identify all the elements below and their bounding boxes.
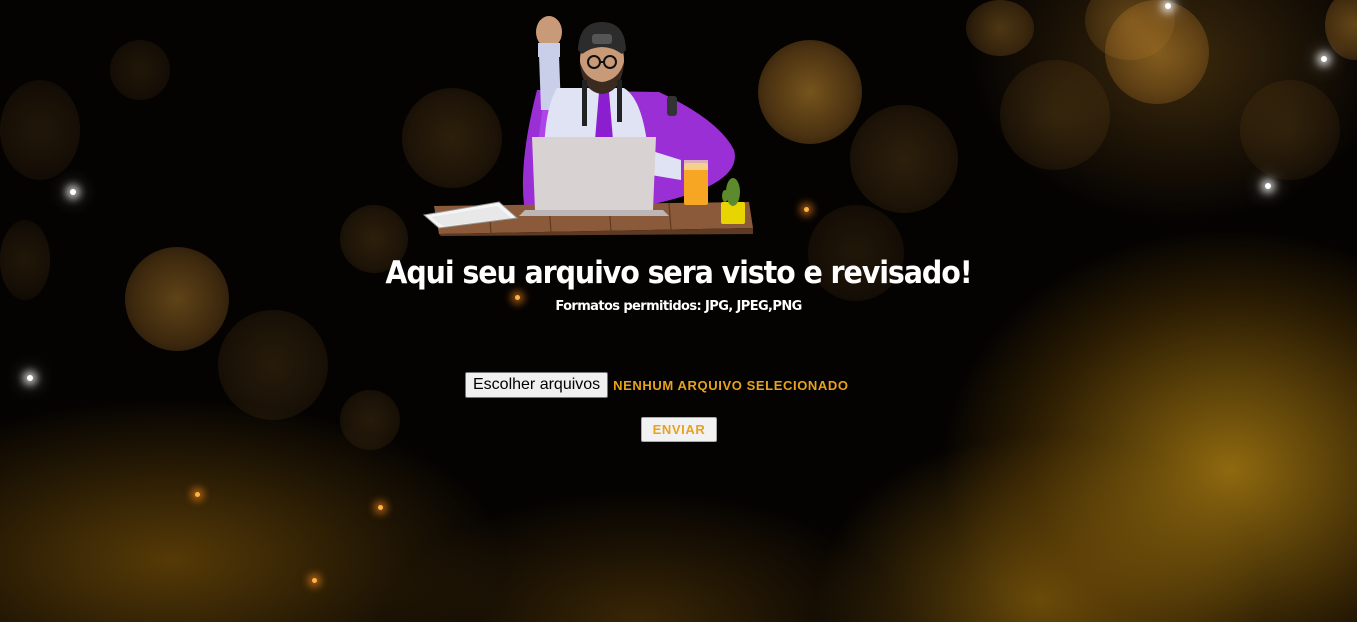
bokeh-light: [758, 40, 862, 144]
ember: [804, 207, 809, 212]
sparkle: [27, 375, 33, 381]
ember: [312, 578, 317, 583]
file-input[interactable]: Escolher arquivos NENHUM ARQUIVO SELECIO…: [465, 372, 849, 398]
ember: [378, 505, 383, 510]
bokeh-light: [966, 0, 1034, 56]
choose-files-button[interactable]: Escolher arquivos: [465, 372, 609, 398]
file-status-text: NENHUM ARQUIVO SELECIONADO: [613, 377, 849, 393]
page-background: Aqui seu arquivo sera visto e revisado! …: [0, 0, 1357, 622]
bokeh-light: [218, 310, 328, 420]
hero-illustration: [422, 16, 753, 236]
bokeh-light: [110, 40, 170, 100]
bokeh-light: [0, 220, 50, 300]
page-title: Aqui seu arquivo sera visto e revisado!: [385, 255, 972, 291]
bokeh-light: [1240, 80, 1340, 180]
submit-button[interactable]: ENVIAR: [641, 417, 717, 442]
sparkle: [1321, 56, 1327, 62]
bokeh-light: [0, 80, 80, 180]
bokeh-light: [850, 105, 958, 213]
allowed-formats-text: Formatos permitidos: JPG, JPEG,PNG: [555, 299, 802, 314]
sparkle: [1165, 3, 1171, 9]
sparkle: [1265, 183, 1271, 189]
sparkle: [70, 189, 76, 195]
ember: [195, 492, 200, 497]
bokeh-light: [1325, 0, 1357, 60]
bokeh-light: [340, 390, 400, 450]
bokeh-light: [1000, 60, 1110, 170]
